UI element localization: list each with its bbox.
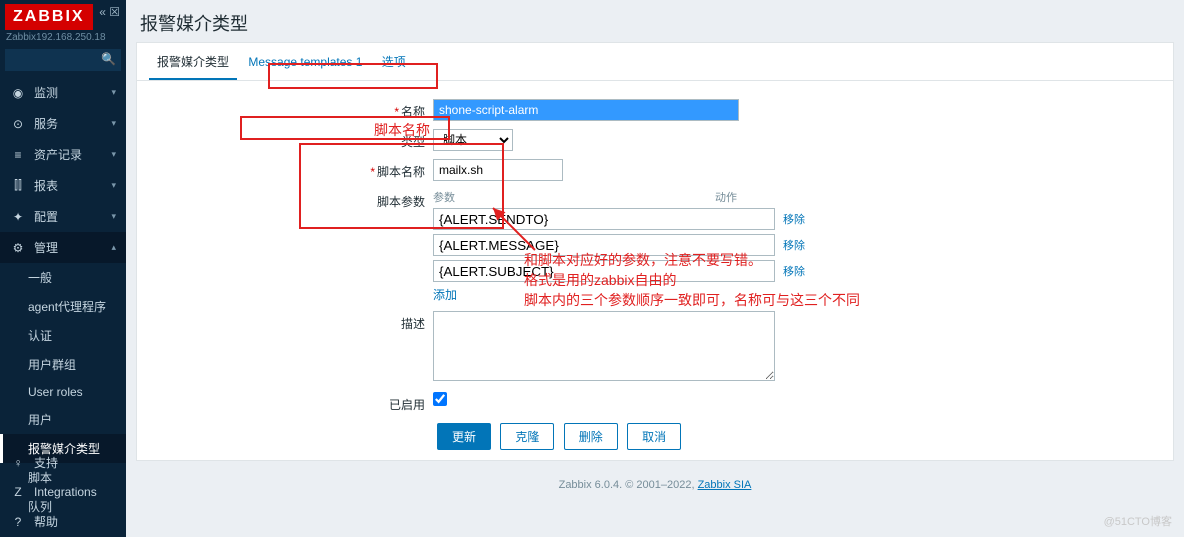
label-type: 类型 [401,135,425,149]
button-row: 更新 克隆 删除 取消 [437,423,1173,450]
row-desc: 描述 [137,311,1173,384]
row-params: 脚本参数 参数 动作 移除 移除 移除 添加 [137,189,1173,303]
sub-agent[interactable]: agent代理程序 [0,292,126,321]
remove-link[interactable]: 移除 [783,211,805,227]
nav-label: 帮助 [34,513,58,530]
update-button[interactable]: 更新 [437,423,491,450]
remove-link[interactable]: 移除 [783,263,805,279]
enabled-checkbox[interactable] [433,392,447,406]
nav-monitoring[interactable]: ◉ 监测 ▾ [0,77,126,108]
nav-config[interactable]: ✦ 配置 ▾ [0,201,126,232]
add-link[interactable]: 添加 [433,288,457,302]
footer-link[interactable]: Zabbix SIA [698,479,752,491]
nav-inventory[interactable]: ≡ 资产记录 ▾ [0,139,126,170]
label-enabled: 已启用 [389,398,425,412]
nav-label: 报表 [34,177,58,194]
tabs: 报警媒介类型 Message templates 1 选项 [137,43,1173,81]
remove-link[interactable]: 移除 [783,237,805,253]
sub-usergroups[interactable]: 用户群组 [0,350,126,379]
watermark: @51CTO博客 [1104,513,1172,529]
z-icon: Z [10,485,26,499]
cancel-button[interactable]: 取消 [627,423,681,450]
host-address: Zabbix192.168.250.18 [0,30,126,49]
name-input[interactable] [433,99,739,121]
help-icon: ? [10,515,26,529]
gear-icon: ⚙ [10,241,26,255]
nav-label: Integrations [34,485,97,499]
sub-users[interactable]: 用户 [0,405,126,434]
param-input-3[interactable] [433,260,775,282]
nav-integrations[interactable]: Z Integrations [0,478,126,506]
nav-help[interactable]: ? 帮助 [0,506,126,537]
chevron-down-icon: ▾ [111,87,116,98]
param-row: 移除 [433,260,805,282]
wrench-icon: ✦ [10,210,26,224]
nav-label: 监测 [34,84,58,101]
row-name: *名称 [137,99,1173,121]
main: 报警媒介类型 报警媒介类型 Message templates 1 选项 *名称… [126,0,1184,537]
nav-label: 管理 [34,239,58,256]
sidebar-collapse-icon[interactable]: « ☒ [99,5,120,19]
footer-text: Zabbix 6.0.4. © 2001–2022, [559,479,698,491]
footer: Zabbix 6.0.4. © 2001–2022, Zabbix SIA [126,471,1184,499]
label-params: 脚本参数 [377,195,425,209]
sub-general[interactable]: 一般 [0,263,126,292]
param-row: 移除 [433,234,805,256]
tab-mediatype[interactable]: 报警媒介类型 [149,43,237,80]
search-icon[interactable]: 🔍 [101,52,116,66]
chevron-down-icon: ▾ [111,211,116,222]
page-title: 报警媒介类型 [126,0,1184,42]
tab-message-templates[interactable]: Message templates 1 [240,45,370,77]
sub-userroles[interactable]: User roles [0,379,126,405]
bars-icon: ⫿⫿ [10,178,26,193]
type-select[interactable]: 脚本 [433,129,513,151]
param-row: 移除 [433,208,805,230]
nav-support[interactable]: ♀ 支持 [0,447,126,478]
row-type: 类型 脚本 [137,129,1173,151]
script-name-input[interactable] [433,159,563,181]
label-name: 名称 [401,105,425,119]
support-icon: ♀ [10,456,26,470]
chevron-up-icon: ▴ [111,242,116,253]
tab-options[interactable]: 选项 [374,43,414,78]
nav-label: 配置 [34,208,58,225]
delete-button[interactable]: 删除 [564,423,618,450]
param-input-1[interactable] [433,208,775,230]
nav-reports[interactable]: ⫿⫿ 报表 ▾ [0,170,126,201]
params-header-action: 动作 [715,192,737,204]
eye-icon: ◉ [10,86,26,100]
nav-admin[interactable]: ⚙ 管理 ▴ [0,232,126,263]
target-icon: ⊙ [10,117,26,131]
param-input-2[interactable] [433,234,775,256]
label-desc: 描述 [401,317,425,331]
nav-label: 支持 [34,454,58,471]
nav-label: 资产记录 [34,146,82,163]
sub-auth[interactable]: 认证 [0,321,126,350]
chevron-down-icon: ▾ [111,180,116,191]
brand-logo: ZABBIX [5,4,93,30]
chevron-down-icon: ▾ [111,149,116,160]
form-panel: 报警媒介类型 Message templates 1 选项 *名称 类型 脚本 … [136,42,1174,461]
params-header-param: 参数 [433,192,455,204]
row-enabled: 已启用 [137,392,1173,413]
desc-textarea[interactable] [433,311,775,381]
bottom-nav: ♀ 支持 Z Integrations ? 帮助 [0,447,126,537]
row-script-name: *脚本名称 [137,159,1173,181]
nav-label: 服务 [34,115,58,132]
chevron-down-icon: ▾ [111,118,116,129]
sidebar: ZABBIX « ☒ Zabbix192.168.250.18 🔍 ◉ 监测 ▾ ⊙… [0,0,126,537]
clone-button[interactable]: 克隆 [500,423,554,450]
label-script-name: 脚本名称 [377,165,425,179]
search-wrap: 🔍 [0,49,126,77]
list-icon: ≡ [10,148,26,162]
nav-services[interactable]: ⊙ 服务 ▾ [0,108,126,139]
